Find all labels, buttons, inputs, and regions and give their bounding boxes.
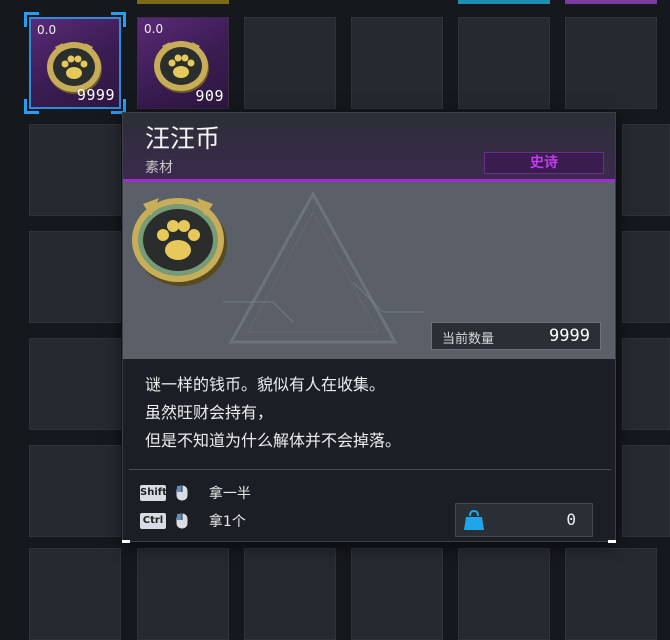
slot-top-strip — [458, 0, 550, 4]
hint-label: 拿一半 — [208, 486, 251, 502]
item-preview: 当前数量 9999 — [123, 182, 615, 359]
divider — [129, 469, 611, 470]
description-line: 但是不知道为什么解体并不会掉落。 — [145, 431, 402, 450]
inventory-slot[interactable]: 0.0 909 — [137, 17, 229, 109]
item-category: 素材 — [145, 160, 173, 176]
inventory-slot-empty[interactable] — [244, 17, 336, 109]
inventory-slot-empty[interactable] — [29, 231, 121, 323]
hint-take-one: Ctrl 拿1个 — [140, 511, 246, 531]
inventory-slot-empty[interactable] — [622, 231, 670, 323]
hint-label: 拿1个 — [208, 514, 246, 530]
item-title: 汪汪币 — [145, 124, 221, 153]
inventory-slot-empty[interactable] — [351, 17, 443, 109]
current-count-value: 9999 — [549, 326, 590, 346]
item-tooltip: 汪汪币 素材 史诗 当前数量 9999 谜一样的钱币。貌似有人在收集。 虽然旺财… — [122, 112, 616, 542]
slot-quantity: 909 — [195, 87, 224, 105]
mouse-left-click-icon — [176, 485, 188, 501]
item-description: 谜一样的钱币。貌似有人在收集。 虽然旺财会持有， 但是不知道为什么解体并不会掉落… — [145, 371, 401, 455]
inventory-slot-empty[interactable] — [458, 17, 550, 109]
description-line: 谜一样的钱币。貌似有人在收集。 — [145, 375, 386, 394]
inventory-slot-empty[interactable] — [565, 548, 657, 640]
weight-box: 0 — [455, 503, 593, 537]
inventory-slot-empty[interactable] — [244, 548, 336, 640]
corner-tick — [122, 540, 130, 543]
current-count-box: 当前数量 9999 — [431, 322, 601, 350]
ctrl-key-icon: Ctrl — [140, 513, 166, 529]
hint-take-half: Shift 拿一半 — [140, 483, 251, 503]
inventory-slot-empty[interactable] — [458, 548, 550, 640]
inventory-slot-empty[interactable] — [29, 338, 121, 430]
selection-corner — [24, 99, 39, 114]
inventory-slot-empty[interactable] — [622, 338, 670, 430]
mouse-left-click-icon — [176, 513, 188, 529]
slot-top-strip — [565, 0, 657, 4]
slot-quantity: 9999 — [76, 86, 115, 104]
corner-tick — [608, 540, 616, 543]
weight-icon — [464, 509, 484, 530]
inventory-slot-empty[interactable] — [137, 548, 229, 640]
rarity-badge: 史诗 — [484, 152, 604, 174]
paw-coin-icon — [132, 198, 227, 286]
inventory-slot-selected[interactable]: 0.0 9999 — [24, 12, 126, 114]
description-line: 虽然旺财会持有， — [145, 403, 274, 422]
selection-corner — [111, 12, 126, 27]
inventory-slot-empty[interactable] — [29, 124, 121, 216]
inventory-slot-empty[interactable] — [29, 445, 121, 537]
tooltip-header: 汪汪币 素材 史诗 — [123, 113, 615, 179]
weight-value: 0 — [566, 510, 576, 529]
inventory-slot-empty[interactable] — [622, 124, 670, 216]
current-count-label: 当前数量 — [442, 332, 495, 347]
inventory-slot-empty[interactable] — [351, 548, 443, 640]
inventory-slot-empty[interactable] — [565, 17, 657, 109]
inventory-slot-empty[interactable] — [29, 548, 121, 640]
inventory-slot-empty[interactable] — [622, 445, 670, 537]
slot-top-strip — [137, 0, 229, 4]
shift-key-icon: Shift — [140, 485, 167, 501]
